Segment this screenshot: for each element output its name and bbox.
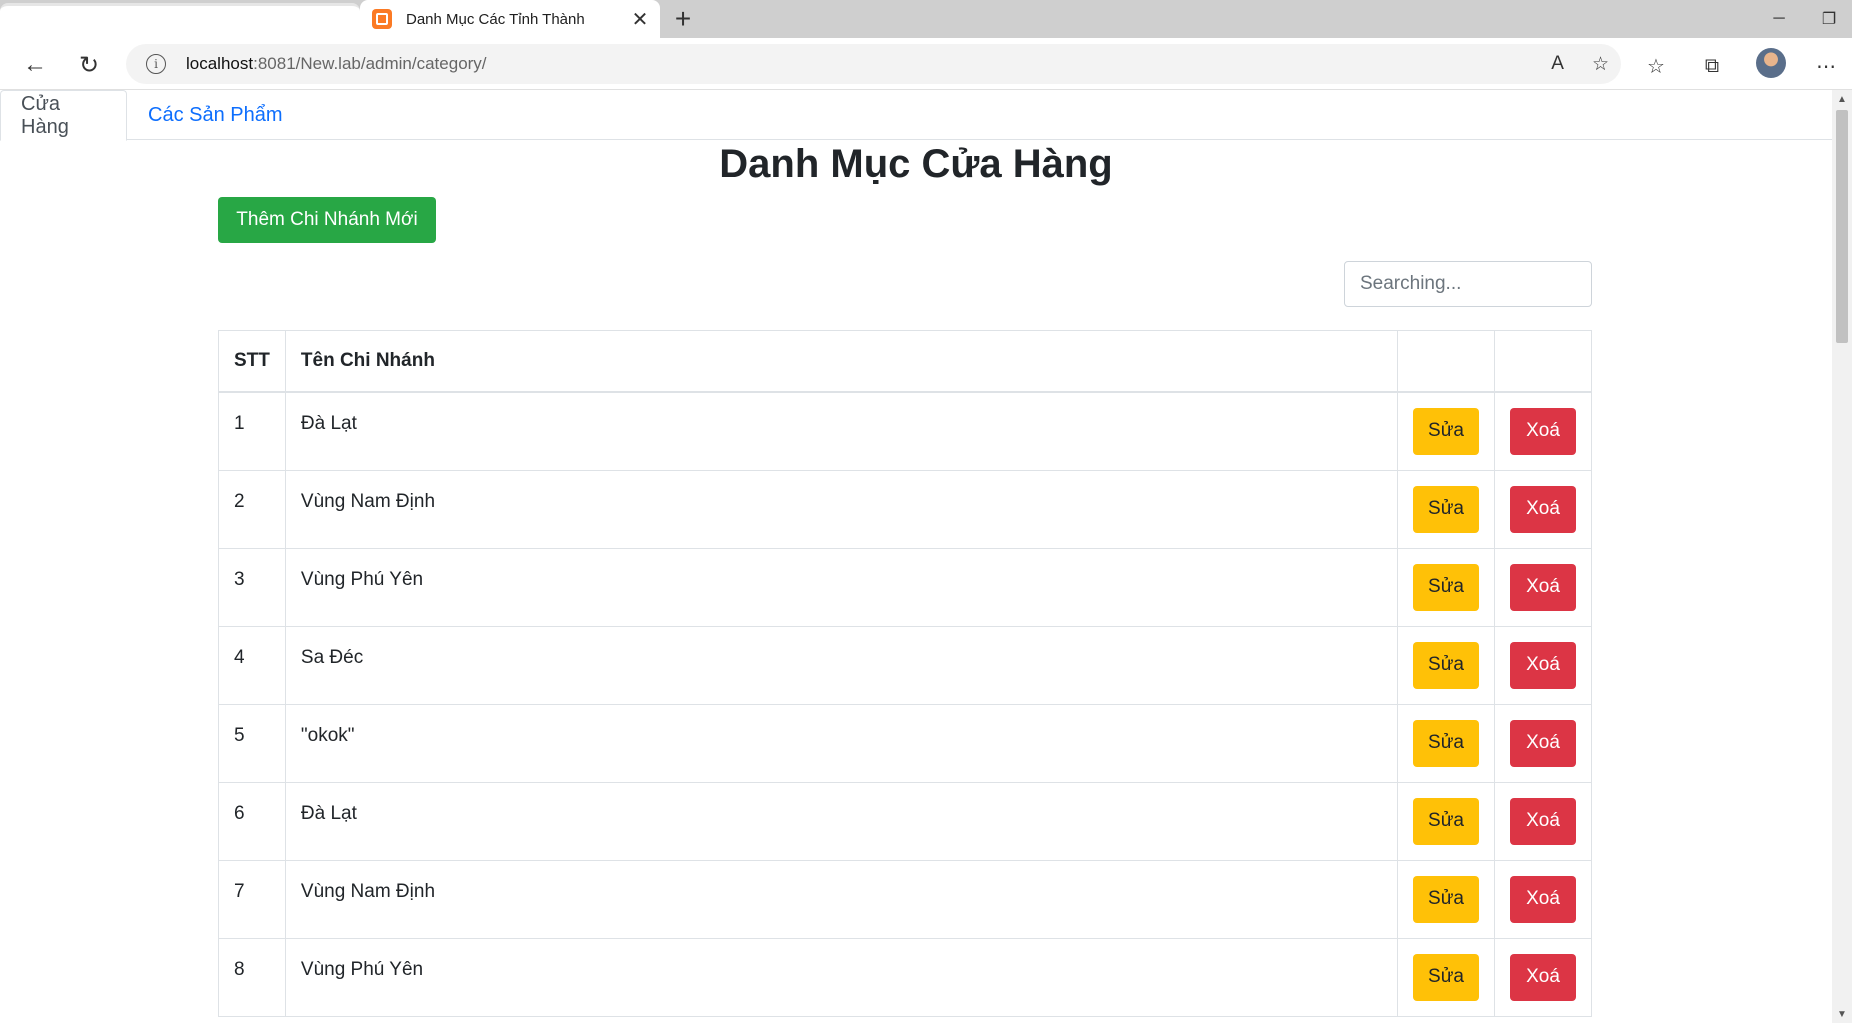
row-edit-cell: Sửa	[1397, 859, 1495, 939]
address-bar[interactable]: i localhost:8081/New.lab/admin/category/…	[126, 44, 1621, 84]
browser-tab-inactive[interactable]	[0, 3, 360, 38]
page-viewport: Cửa Hàng Các Sản Phẩm Danh Mục Cửa Hàng …	[0, 90, 1832, 1023]
delete-button[interactable]: Xoá	[1510, 875, 1576, 923]
table-row: 8 Vùng Phú Yên Sửa Xoá	[218, 937, 1592, 1017]
row-edit-cell: Sửa	[1397, 703, 1495, 783]
column-header-stt: STT	[218, 330, 286, 393]
browser-tab-active[interactable]: Danh Mục Các Tỉnh Thành ✕	[360, 0, 660, 38]
profile-avatar[interactable]	[1756, 48, 1786, 78]
xampp-favicon-icon	[372, 9, 392, 29]
delete-button[interactable]: Xoá	[1510, 797, 1576, 845]
back-arrow-icon[interactable]: ←	[18, 48, 52, 82]
table-row: 1 Đà Lạt Sửa Xoá	[218, 391, 1592, 471]
scroll-down-icon[interactable]: ▼	[1832, 1005, 1852, 1023]
delete-button[interactable]: Xoá	[1510, 641, 1576, 689]
row-stt: 8	[218, 937, 286, 1017]
row-stt: 5	[218, 703, 286, 783]
table-row: 3 Vùng Phú Yên Sửa Xoá	[218, 547, 1592, 627]
row-stt: 7	[218, 859, 286, 939]
edit-button[interactable]: Sửa	[1413, 563, 1479, 611]
delete-button[interactable]: Xoá	[1510, 563, 1576, 611]
edit-button[interactable]: Sửa	[1413, 797, 1479, 845]
vertical-scrollbar[interactable]: ▲ ▼	[1832, 90, 1852, 1023]
reload-icon[interactable]: ↻	[72, 48, 106, 82]
nav-tabs: Cửa Hàng Các Sản Phẩm	[0, 90, 1832, 141]
row-edit-cell: Sửa	[1397, 625, 1495, 705]
add-branch-button[interactable]: Thêm Chi Nhánh Mới	[218, 197, 436, 243]
browser-toolbar: ← ↻ i localhost:8081/New.lab/admin/categ…	[0, 38, 1852, 90]
delete-button[interactable]: Xoá	[1510, 407, 1576, 455]
edit-button[interactable]: Sửa	[1413, 719, 1479, 767]
row-stt: 3	[218, 547, 286, 627]
tab-cua-hang[interactable]: Cửa Hàng	[0, 90, 127, 141]
row-delete-cell: Xoá	[1494, 703, 1592, 783]
browser-tab-strip: Danh Mục Các Tỉnh Thành ✕ + ─ ❐	[0, 0, 1852, 38]
row-branch-name: Vùng Phú Yên	[284, 937, 1399, 1017]
more-menu-icon[interactable]: ⋯	[1810, 50, 1842, 82]
scrollbar-thumb[interactable]	[1836, 110, 1848, 343]
url-text[interactable]: localhost:8081/New.lab/admin/category/	[186, 54, 487, 74]
row-stt: 2	[218, 469, 286, 549]
delete-button[interactable]: Xoá	[1510, 719, 1576, 767]
row-edit-cell: Sửa	[1397, 391, 1495, 471]
row-delete-cell: Xoá	[1494, 937, 1592, 1017]
close-tab-icon[interactable]: ✕	[626, 5, 654, 33]
site-info-icon[interactable]: i	[146, 54, 166, 74]
row-delete-cell: Xoá	[1494, 625, 1592, 705]
read-aloud-icon[interactable]: A	[1551, 53, 1564, 75]
minimize-window-button[interactable]: ─	[1756, 0, 1802, 38]
add-favorite-icon[interactable]: ☆	[1592, 53, 1609, 76]
row-edit-cell: Sửa	[1397, 469, 1495, 549]
row-branch-name: Đà Lạt	[284, 781, 1399, 861]
delete-button[interactable]: Xoá	[1510, 953, 1576, 1001]
row-edit-cell: Sửa	[1397, 547, 1495, 627]
edit-button[interactable]: Sửa	[1413, 485, 1479, 533]
row-stt: 4	[218, 625, 286, 705]
edit-button[interactable]: Sửa	[1413, 953, 1479, 1001]
row-edit-cell: Sửa	[1397, 937, 1495, 1017]
tab-cac-san-pham[interactable]: Các Sản Phẩm	[128, 90, 303, 141]
scroll-up-icon[interactable]: ▲	[1832, 90, 1852, 108]
edit-button[interactable]: Sửa	[1413, 407, 1479, 455]
edit-button[interactable]: Sửa	[1413, 875, 1479, 923]
column-header-edit	[1397, 330, 1495, 393]
page-title: Danh Mục Cửa Hàng	[719, 142, 1113, 186]
row-branch-name: Vùng Nam Định	[284, 469, 1399, 549]
search-input[interactable]	[1344, 261, 1592, 307]
table-row: 6 Đà Lạt Sửa Xoá	[218, 781, 1592, 861]
table-header-row: STT Tên Chi Nhánh	[218, 330, 1592, 393]
column-header-delete	[1494, 330, 1592, 393]
row-delete-cell: Xoá	[1494, 391, 1592, 471]
row-branch-name: Vùng Phú Yên	[284, 547, 1399, 627]
collections-icon[interactable]: ⧉	[1696, 50, 1728, 82]
edit-button[interactable]: Sửa	[1413, 641, 1479, 689]
row-branch-name: Đà Lạt	[284, 391, 1399, 471]
row-stt: 6	[218, 781, 286, 861]
browser-tab-title: Danh Mục Các Tỉnh Thành	[406, 10, 585, 28]
row-branch-name: Sa Đéc	[284, 625, 1399, 705]
row-delete-cell: Xoá	[1494, 859, 1592, 939]
row-delete-cell: Xoá	[1494, 547, 1592, 627]
table-body: 1 Đà Lạt Sửa Xoá 2 Vùng Nam Định Sửa Xoá 3 Vùng P…	[218, 391, 1592, 1017]
row-delete-cell: Xoá	[1494, 781, 1592, 861]
row-delete-cell: Xoá	[1494, 469, 1592, 549]
branch-table: STT Tên Chi Nhánh 1 Đà Lạt Sửa Xoá 2 Vùng Nam…	[218, 330, 1592, 1017]
favorites-icon[interactable]: ☆	[1640, 50, 1672, 82]
delete-button[interactable]: Xoá	[1510, 485, 1576, 533]
restore-window-button[interactable]: ❐	[1806, 0, 1852, 38]
row-branch-name: "okok"	[284, 703, 1399, 783]
column-header-name: Tên Chi Nhánh	[284, 330, 1399, 393]
table-row: 5 "okok" Sửa Xoá	[218, 703, 1592, 783]
row-branch-name: Vùng Nam Định	[284, 859, 1399, 939]
row-stt: 1	[218, 391, 286, 471]
table-row: 4 Sa Đéc Sửa Xoá	[218, 625, 1592, 705]
table-row: 2 Vùng Nam Định Sửa Xoá	[218, 469, 1592, 549]
table-row: 7 Vùng Nam Định Sửa Xoá	[218, 859, 1592, 939]
new-tab-button[interactable]: +	[668, 3, 698, 34]
row-edit-cell: Sửa	[1397, 781, 1495, 861]
